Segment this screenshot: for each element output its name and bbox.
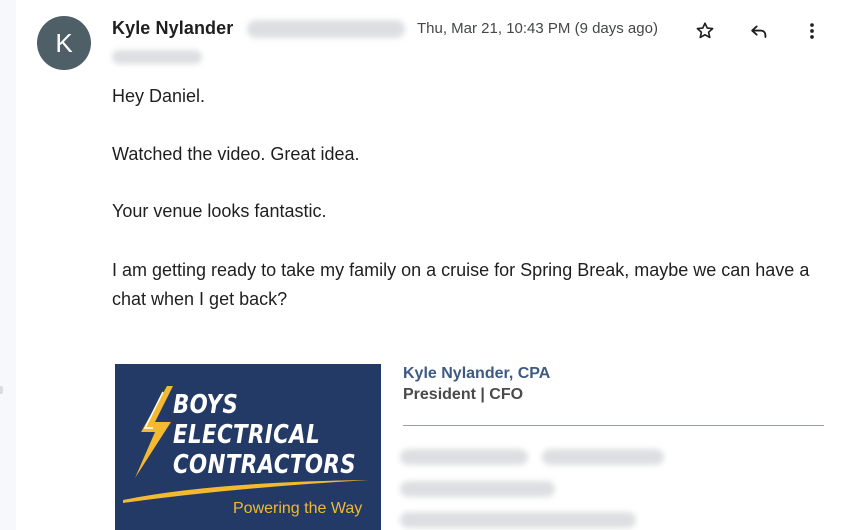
logo-line: CONTRACTORS: [173, 450, 357, 480]
reply-icon: [751, 25, 767, 38]
sender-avatar[interactable]: K: [37, 16, 91, 70]
company-logo[interactable]: BOYS ELECTRICAL CONTRACTORS Powering the…: [115, 364, 381, 530]
email-body-line: I am getting ready to take my family on …: [112, 260, 810, 309]
email-body-line: Hey Daniel.: [112, 86, 206, 106]
website-redacted: [400, 512, 636, 528]
more-vert-icon: [810, 23, 814, 39]
logo-wordmark: BOYS ELECTRICAL CONTRACTORS: [173, 390, 356, 480]
more-options-button[interactable]: [797, 16, 827, 46]
email-body-line: Watched the video. Great idea.: [112, 144, 360, 164]
logo-line: ELECTRICAL: [173, 420, 321, 450]
phone-redacted: [542, 449, 664, 465]
star-button[interactable]: [690, 16, 720, 46]
recipient-redacted[interactable]: [112, 50, 202, 64]
signature-divider: [403, 425, 824, 426]
panel-handle[interactable]: [0, 386, 3, 394]
left-panel-edge: [0, 0, 16, 530]
signature-name: Kyle Nylander, CPA: [403, 365, 551, 382]
email-date[interactable]: Thu, Mar 21, 10:43 PM (9 days ago): [417, 20, 658, 37]
logo-tagline: Powering the Way: [233, 500, 363, 517]
sender-name[interactable]: Kyle Nylander: [112, 18, 233, 39]
sender-initial: K: [55, 27, 73, 58]
sender-email-redacted: [247, 20, 405, 38]
star-icon: [696, 22, 714, 39]
signature-title: President | CFO: [403, 386, 524, 403]
logo-line: BOYS: [173, 390, 239, 420]
phone-redacted: [400, 449, 528, 465]
email-redacted: [400, 481, 555, 497]
email-body-line: Your venue looks fantastic.: [112, 201, 327, 221]
reply-button[interactable]: [744, 16, 774, 46]
